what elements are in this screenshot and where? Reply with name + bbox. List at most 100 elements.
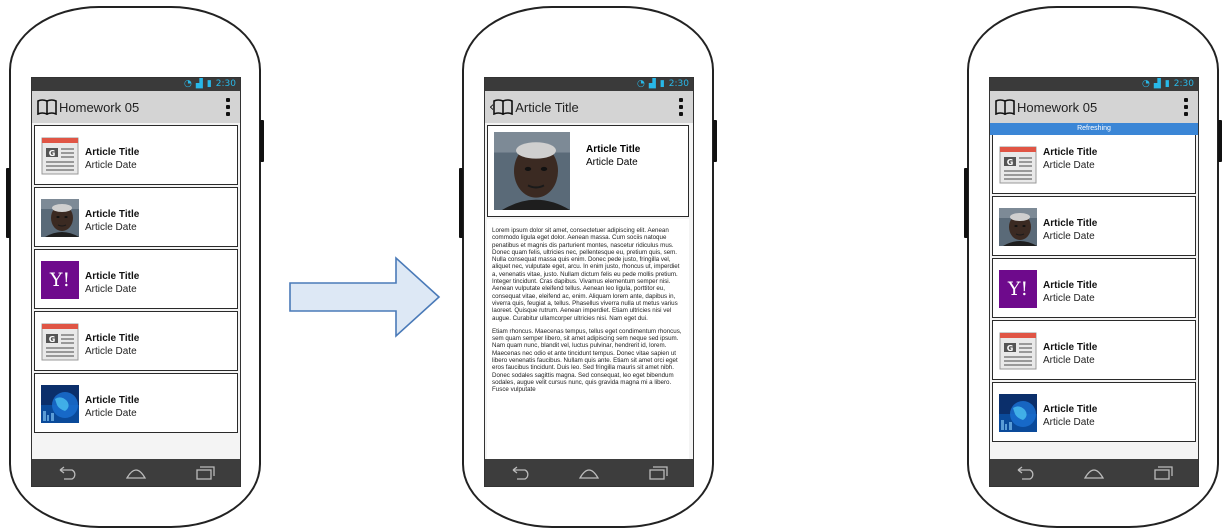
action-bar: Homework 05	[32, 91, 240, 123]
article-title: Article Title	[586, 144, 641, 155]
list-item[interactable]: Article Title Article Date	[992, 196, 1196, 256]
wifi-icon: ◔	[1142, 79, 1150, 89]
back-nav-icon[interactable]	[56, 465, 78, 480]
back-nav-icon[interactable]	[1014, 465, 1036, 480]
book-icon	[36, 99, 58, 115]
article-date: Article Date	[85, 408, 137, 419]
article-date: Article Date	[85, 346, 137, 357]
article-date: Article Date	[85, 284, 137, 295]
recents-nav-icon[interactable]	[647, 465, 669, 480]
globe-image	[999, 394, 1037, 432]
battery-icon: ▮	[659, 79, 665, 89]
overflow-menu-icon[interactable]	[679, 98, 683, 116]
article-date: Article Date	[1043, 293, 1095, 304]
power-button	[713, 120, 717, 162]
power-button	[260, 120, 264, 162]
newspaper-icon	[41, 323, 79, 361]
home-nav-icon[interactable]	[1083, 466, 1105, 480]
screen: ◔ ▟ ▮ 2:30 Homework 05 Refreshing Articl…	[989, 77, 1199, 487]
article-date: Article Date	[1043, 231, 1095, 242]
list-item[interactable]: Article Title Article Date	[34, 187, 238, 247]
volume-button	[459, 168, 463, 238]
article-title: Article Title	[85, 395, 140, 406]
action-bar: Homework 05	[990, 91, 1198, 123]
article-list: Article Title Article Date Article Title…	[990, 134, 1198, 444]
app-title: Homework 05	[59, 99, 140, 115]
portrait-photo	[999, 208, 1037, 246]
article-title: Article Title	[1043, 280, 1098, 291]
yahoo-logo-text: Y!	[1007, 278, 1029, 300]
volume-button	[964, 168, 968, 238]
portrait-photo	[41, 199, 79, 237]
phone-refreshing-screen: ◔ ▟ ▮ 2:30 Homework 05 Refreshing Articl…	[964, 6, 1222, 528]
status-time: 2:30	[215, 79, 236, 89]
nav-bar	[990, 459, 1198, 486]
status-bar: ◔ ▟ ▮ 2:30	[990, 78, 1198, 91]
status-bar: ◔ ▟ ▮ 2:30	[32, 78, 240, 91]
volume-button	[6, 168, 10, 238]
power-button	[1218, 120, 1222, 162]
portrait-photo	[494, 132, 570, 210]
phone-list-screen: ◔ ▟ ▮ 2:30 Homework 05 Article Title Art…	[6, 6, 264, 528]
newspaper-icon	[41, 137, 79, 175]
list-item[interactable]: Y! Article Title Article Date	[992, 258, 1196, 318]
list-item[interactable]: Article Title Article Date	[34, 125, 238, 185]
status-time: 2:30	[668, 79, 689, 89]
article-date: Article Date	[85, 160, 137, 171]
phone-detail-screen: ◔ ▟ ▮ 2:30 ‹ Article Title Article Title…	[459, 6, 717, 528]
article-header: Article Title Article Date	[487, 125, 689, 217]
newspaper-icon	[999, 332, 1037, 370]
article-title: Article Title	[1043, 404, 1098, 415]
overflow-menu-icon[interactable]	[1184, 98, 1188, 116]
article-list: Article Title Article Date Article Title…	[32, 125, 240, 435]
wifi-icon: ◔	[184, 79, 192, 89]
nav-bar	[485, 459, 693, 486]
article-title: Article Title	[1043, 218, 1098, 229]
signal-icon: ▟	[648, 79, 656, 89]
article-body: Lorem ipsum dolor sit amet, consectetuer…	[487, 219, 689, 460]
signal-icon: ▟	[195, 79, 203, 89]
screen: ◔ ▟ ▮ 2:30 Homework 05 Article Title Art…	[31, 77, 241, 487]
list-item[interactable]: Article Title Article Date	[992, 134, 1196, 194]
list-item[interactable]: Article Title Article Date	[34, 311, 238, 371]
article-title: Article Title	[1043, 342, 1098, 353]
article-date: Article Date	[586, 157, 638, 168]
article-date: Article Date	[1043, 355, 1095, 366]
article-paragraph: Etiam rhoncus. Maecenas tempus, tellus e…	[492, 327, 682, 394]
app-title: Article Title	[515, 99, 579, 115]
overflow-menu-icon[interactable]	[226, 98, 230, 116]
refresh-indicator: Refreshing	[990, 123, 1198, 135]
transition-arrow	[289, 256, 441, 338]
status-time: 2:30	[1173, 79, 1194, 89]
list-item[interactable]: Article Title Article Date	[992, 320, 1196, 380]
signal-icon: ▟	[1153, 79, 1161, 89]
list-item[interactable]: Article Title Article Date	[992, 382, 1196, 442]
action-bar: ‹ Article Title	[485, 91, 693, 123]
article-title: Article Title	[85, 333, 140, 344]
yahoo-logo: Y!	[999, 270, 1037, 308]
recents-nav-icon[interactable]	[1152, 465, 1174, 480]
article-date: Article Date	[85, 222, 137, 233]
globe-image	[41, 385, 79, 423]
yahoo-logo: Y!	[41, 261, 79, 299]
list-item[interactable]: Article Title Article Date	[34, 373, 238, 433]
screen: ◔ ▟ ▮ 2:30 ‹ Article Title Article Title…	[484, 77, 694, 487]
back-nav-icon[interactable]	[509, 465, 531, 480]
battery-icon: ▮	[206, 79, 212, 89]
article-title: Article Title	[85, 209, 140, 220]
battery-icon: ▮	[1164, 79, 1170, 89]
recents-nav-icon[interactable]	[194, 465, 216, 480]
article-title: Article Title	[85, 147, 140, 158]
yahoo-logo-text: Y!	[49, 269, 71, 291]
home-nav-icon[interactable]	[578, 466, 600, 480]
article-title: Article Title	[85, 271, 140, 282]
article-date: Article Date	[1043, 417, 1095, 428]
book-icon	[492, 99, 514, 115]
home-nav-icon[interactable]	[125, 466, 147, 480]
list-item[interactable]: Y! Article Title Article Date	[34, 249, 238, 309]
app-title: Homework 05	[1017, 99, 1098, 115]
article-paragraph: Lorem ipsum dolor sit amet, consectetuer…	[492, 227, 680, 322]
article-title: Article Title	[1043, 147, 1098, 158]
status-bar: ◔ ▟ ▮ 2:30	[485, 78, 693, 91]
book-icon	[994, 99, 1016, 115]
